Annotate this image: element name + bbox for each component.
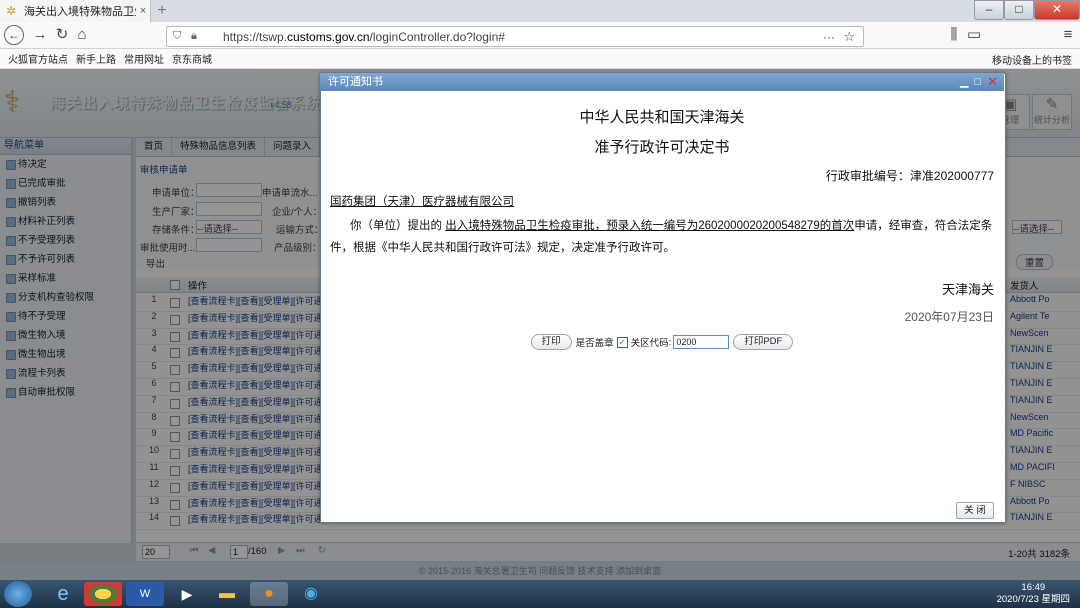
bookmark-item[interactable]: 火狐官方站点 bbox=[8, 51, 68, 66]
maximize-icon[interactable]: □ bbox=[1004, 0, 1034, 20]
stamp-checkbox[interactable]: ✓ bbox=[616, 336, 628, 348]
approval-number: 行政审批编号：津准202000777 bbox=[825, 169, 994, 183]
bookmark-star-icon[interactable]: ☆ bbox=[843, 29, 855, 45]
back-icon[interactable]: ← bbox=[4, 25, 24, 45]
bookmark-item[interactable]: 京东商城 bbox=[172, 51, 212, 66]
library-icon[interactable]: ⫼ bbox=[944, 26, 964, 44]
dialog-title: 许可通知书 bbox=[328, 76, 383, 88]
dialog-maximize-icon[interactable]: □ bbox=[974, 73, 981, 91]
url-text: https://tswp.customs.gov.cn/loginControl… bbox=[223, 29, 505, 44]
clock-date: 2020/7/23 星期四 bbox=[996, 594, 1070, 605]
customs-code-label: 关区代码 bbox=[630, 338, 669, 349]
stamp-label: 是否盖章 bbox=[575, 338, 614, 349]
url-bar[interactable]: ⛉ 🔒︎ https://tswp.customs.gov.cn/loginCo… bbox=[166, 26, 864, 47]
start-button[interactable] bbox=[4, 581, 32, 607]
browser-tab[interactable]: ✲ 海关出入境特殊物品卫生检疫 × bbox=[0, 0, 151, 22]
ie-icon[interactable]: e bbox=[44, 582, 82, 606]
minimize-icon[interactable]: – bbox=[974, 0, 1004, 20]
bookmark-item[interactable]: 常用网址 bbox=[124, 51, 164, 66]
browser-icon[interactable]: ◉ bbox=[292, 582, 330, 606]
folder-icon[interactable]: ▬ bbox=[208, 582, 246, 606]
more-actions-icon[interactable]: ··· bbox=[823, 30, 835, 44]
print-button[interactable]: 打印 bbox=[530, 334, 572, 350]
company-name: 国药集团（天津）医疗器械有限公司 bbox=[330, 196, 514, 208]
tab-title: 海关出入境特殊物品卫生检疫 bbox=[24, 6, 136, 18]
clock: 16:49 2020/7/23 星期四 bbox=[997, 582, 1070, 606]
doc-heading-decision: 准予行政许可决定书 bbox=[594, 139, 730, 156]
media-player-icon[interactable]: ▶ bbox=[168, 582, 206, 606]
menu-icon[interactable]: ≡ bbox=[1058, 26, 1078, 44]
close-button[interactable]: 关 闭 bbox=[956, 502, 994, 519]
issuer-signature: 天津海关 bbox=[941, 282, 994, 297]
new-tab-icon[interactable]: + bbox=[153, 2, 171, 20]
clock-time: 16:49 bbox=[1021, 582, 1046, 593]
word-icon[interactable]: W bbox=[126, 582, 164, 606]
close-tab-icon[interactable]: × bbox=[136, 5, 150, 17]
sidebar-icon[interactable]: ▭ bbox=[964, 26, 984, 44]
dialog-minimize-icon[interactable]: ▁ bbox=[960, 73, 968, 91]
close-window-icon[interactable]: ✕ bbox=[1034, 0, 1080, 20]
doc-heading-authority: 中华人民共和国天津海关 bbox=[579, 109, 745, 126]
bookmark-item[interactable]: 新手上路 bbox=[76, 51, 116, 66]
firefox-icon[interactable]: ● bbox=[250, 582, 288, 606]
print-controls: 打印 是否盖章 ✓ 关区代码: 0200 打印PDF bbox=[320, 334, 1004, 350]
forward-icon[interactable]: → bbox=[30, 26, 50, 44]
app-favicon-icon: ✲ bbox=[6, 4, 17, 18]
mobile-bookmarks[interactable]: 移动设备上的书签 bbox=[992, 52, 1072, 67]
lock-icon: 🔒︎ bbox=[191, 30, 197, 42]
dialog-titlebar: 许可通知书 ▁ □ ✕ bbox=[320, 73, 1004, 91]
print-pdf-button[interactable]: 打印PDF bbox=[733, 334, 794, 350]
customs-code-input[interactable]: 0200 bbox=[673, 335, 730, 349]
home-icon[interactable]: ⌂ bbox=[72, 26, 92, 44]
window-controls: – □ ✕ bbox=[974, 0, 1080, 20]
chrome-icon[interactable] bbox=[84, 582, 122, 606]
dialog-close-icon[interactable]: ✕ bbox=[987, 73, 998, 91]
decision-body: 你（单位）提出的 出入境特殊物品卫生检疫审批，预录入统一编号为260200002… bbox=[330, 220, 993, 254]
bookmarks-bar: 火狐官方站点 新手上路 常用网址 京东商城 bbox=[0, 49, 1080, 68]
shield-icon: ⛉ bbox=[173, 30, 182, 42]
reload-icon[interactable]: ↻ bbox=[52, 26, 72, 44]
issue-date: 2020年07月23日 bbox=[904, 310, 994, 324]
